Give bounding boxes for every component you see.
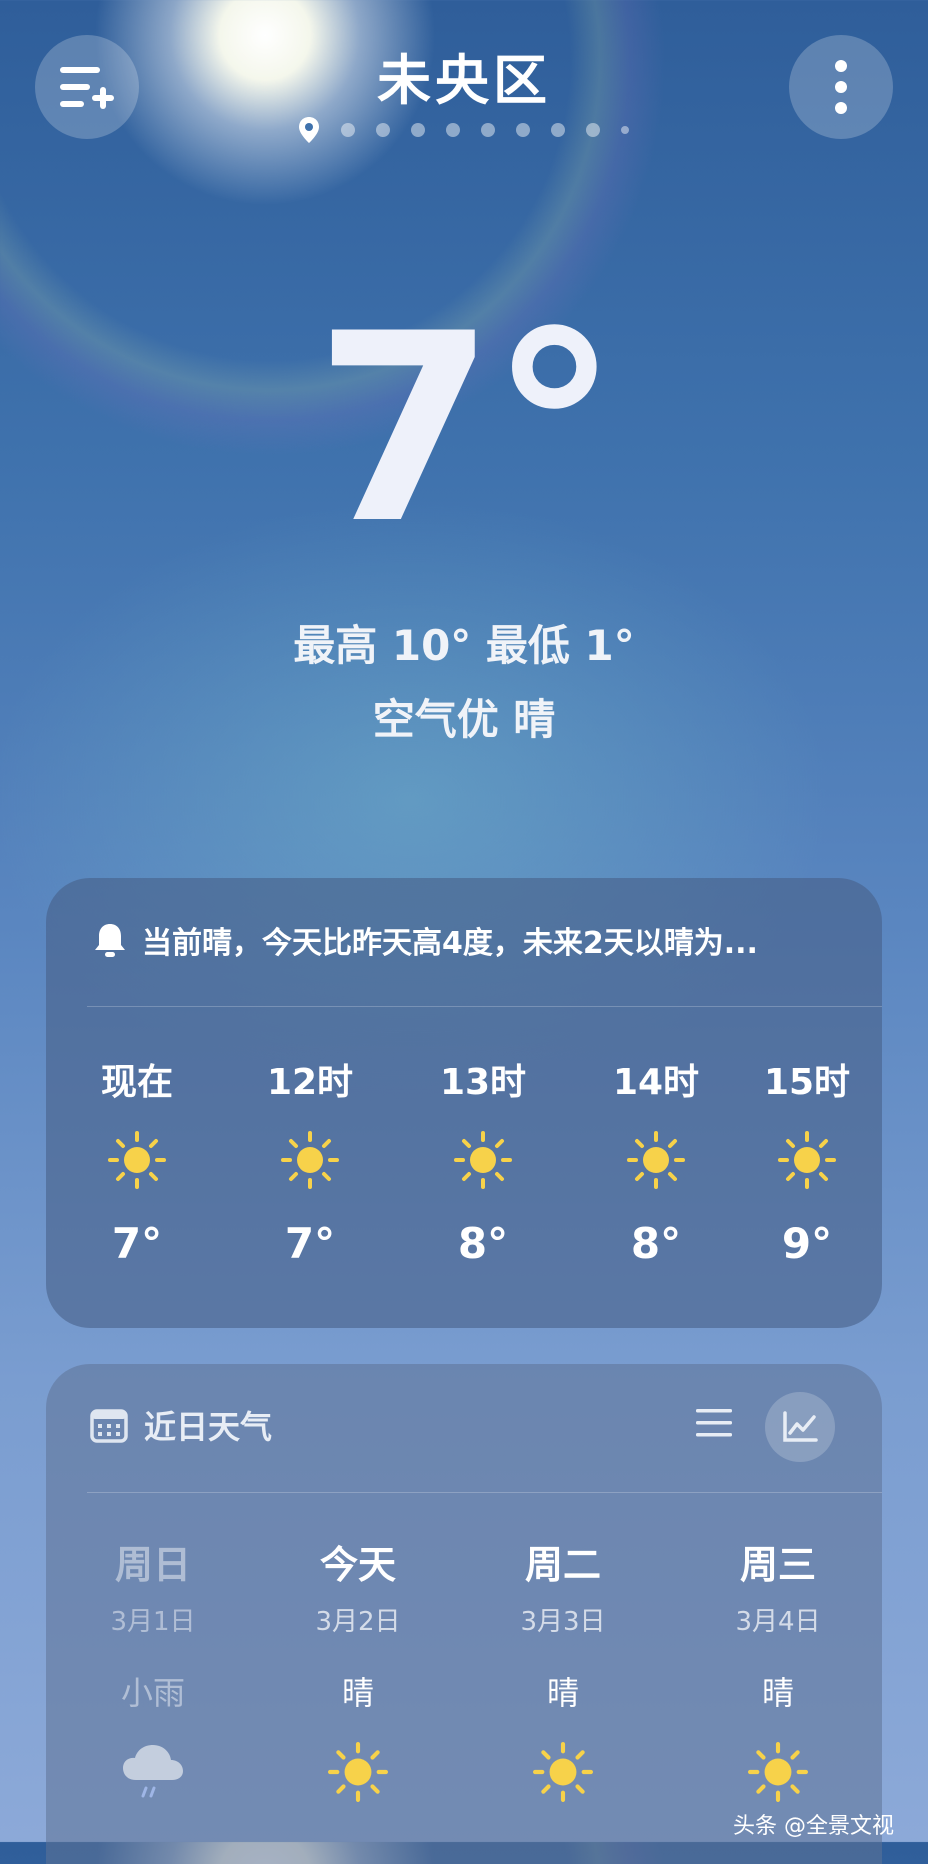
hour-time: 14时 [612,1062,700,1103]
sun-icon [281,1131,339,1189]
day-condition: 晴 [761,1674,794,1712]
calendar-icon [90,1409,128,1443]
hour-temp: 7° [284,1219,336,1268]
hour-item: 12时 7° [235,1053,385,1268]
day-condition: 晴 [341,1674,374,1712]
page-dot [516,123,530,137]
location-pin-icon [299,117,319,143]
hour-time: 12时 [266,1062,354,1103]
day-item[interactable]: 周日 3月1日 小雨 [63,1534,243,1806]
daily-forecast-card[interactable]: 近日天气 周日 3月1日 小雨 今天 3月2日 晴 周二 3月3日 晴 周三 3… [46,1364,882,1864]
day-condition: 小雨 [120,1674,185,1712]
hour-time: 13时 [439,1062,527,1103]
list-view-icon [696,1409,732,1437]
alert-text: 当前晴，今天比昨天高4度，未来2天以晴为... [142,926,758,961]
bell-icon [95,924,125,957]
sun-icon [108,1131,166,1189]
chart-view-icon [783,1411,818,1442]
chart-view-button[interactable] [765,1392,835,1462]
day-name: 今天 [319,1543,396,1587]
day-date: 3月3日 [520,1607,606,1637]
page-indicator[interactable] [298,116,629,144]
sun-icon [627,1131,685,1189]
sun-icon [533,1742,593,1802]
page-dot [341,123,355,137]
weather-alert[interactable]: 当前晴，今天比昨天高4度，未来2天以晴为... [92,918,758,962]
hour-temp: 7° [111,1219,163,1268]
current-temperature: 7° [314,279,620,581]
hour-temp: 9° [781,1219,833,1268]
hour-temp: 8° [630,1219,682,1268]
more-vertical-icon [835,60,847,114]
page-dot [586,123,600,137]
hour-time: 15时 [763,1062,851,1103]
page-dot [481,123,495,137]
day-item[interactable]: 周二 3月3日 晴 [473,1534,653,1806]
day-item[interactable]: 周三 3月4日 晴 [688,1534,868,1806]
day-name: 周日 [114,1543,191,1587]
hourly-list[interactable]: 现在 7° 12时 7° 13时 8° 14时 8° 15时 9° [46,1053,882,1303]
air-quality-condition: 空气优 晴 [372,695,556,744]
hour-item: 现在 7° [62,1053,212,1268]
hour-item: 14时 8° [581,1053,731,1268]
day-name: 周二 [524,1543,601,1587]
day-date: 3月2日 [315,1607,401,1637]
location-title: 未央区 [377,49,551,112]
day-condition: 晴 [546,1674,579,1712]
high-low-temperature: 最高 10° 最低 1° [293,621,635,670]
hour-temp: 8° [457,1219,509,1268]
divider [87,1006,882,1007]
hour-item: 15时 9° [732,1053,882,1268]
hour-item: 13时 8° [408,1053,558,1268]
daily-card-title: 近日天气 [144,1408,273,1446]
sun-icon [328,1742,388,1802]
page-dot [411,123,425,137]
hour-time: 现在 [100,1062,173,1103]
divider [87,1492,882,1493]
day-date: 3月1日 [110,1607,196,1637]
page-dot [446,123,460,137]
day-name: 周三 [739,1543,816,1587]
sun-icon [748,1742,808,1802]
rain-cloud-icon [123,1745,183,1798]
list-view-button[interactable] [694,1406,734,1444]
hourly-forecast-card[interactable]: 当前晴，今天比昨天高4度，未来2天以晴为... 现在 7° 12时 7° 13时… [46,878,882,1328]
watermark: 头条 @全景文视 [733,1814,894,1839]
day-date: 3月4日 [735,1607,821,1637]
page-dot [551,123,565,137]
day-item[interactable]: 今天 3月2日 晴 [268,1534,448,1806]
more-button[interactable] [789,35,893,139]
page-dot [376,123,390,137]
sun-icon [778,1131,836,1189]
sun-icon [454,1131,512,1189]
daily-card-header: 近日天气 [90,1402,272,1448]
page-dot [621,126,629,134]
